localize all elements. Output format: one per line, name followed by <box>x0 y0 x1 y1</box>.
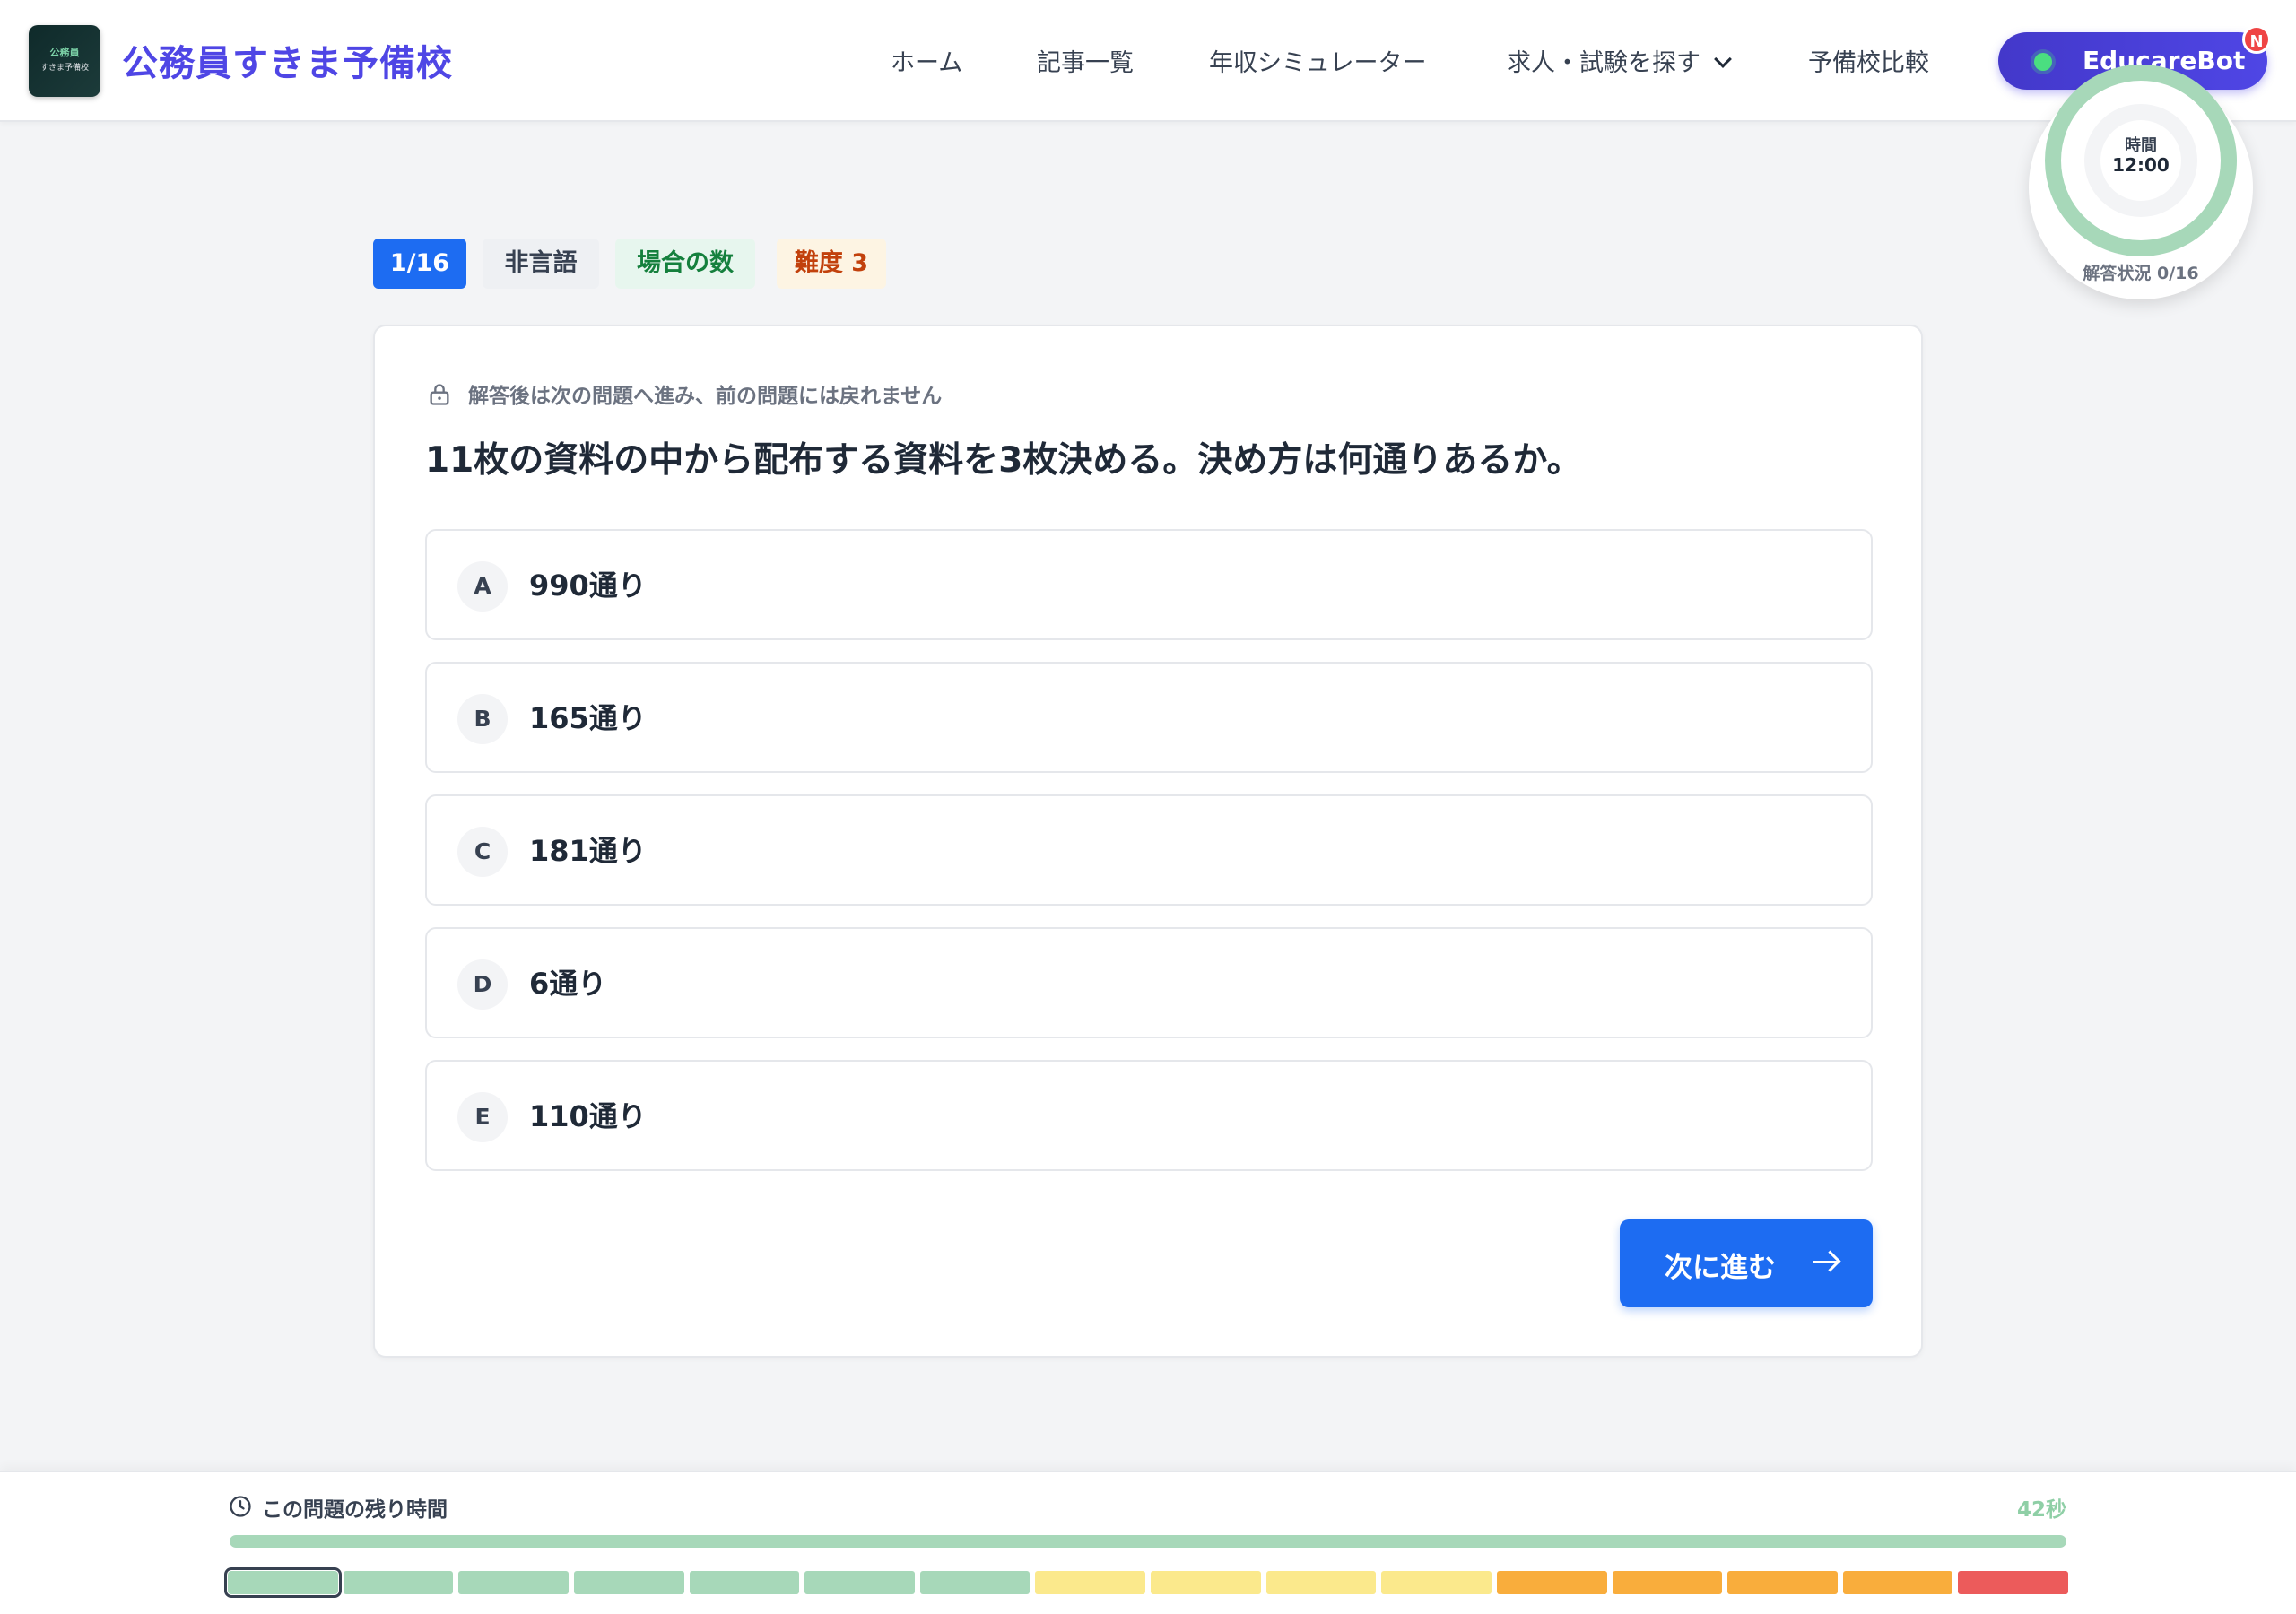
nav-home[interactable]: ホーム <box>891 43 962 78</box>
question-text: 11枚の資料の中から配布する資料を3枚決める。決め方は何通りあるか。 <box>425 440 1582 481</box>
chevron-down-icon <box>1714 50 1732 68</box>
option-e[interactable]: E 110通り <box>425 1060 1873 1171</box>
nav-articles[interactable]: 記事一覧 <box>1037 43 1134 78</box>
option-letter: A <box>457 561 508 612</box>
question-segment <box>1842 1571 1953 1594</box>
question-segment <box>1496 1571 1607 1594</box>
question-segment <box>1265 1571 1377 1594</box>
nav-salary-simulator[interactable]: 年収シミュレーター <box>1209 43 1426 78</box>
question-segment-current <box>224 1567 342 1598</box>
timer-label: 時間 <box>2125 136 2157 155</box>
option-letter: C <box>457 827 508 877</box>
difficulty-tag: 難度 3 <box>777 239 886 289</box>
next-button[interactable]: 次に進む <box>1620 1219 1873 1307</box>
lock-icon <box>430 384 449 405</box>
option-a[interactable]: A 990通り <box>425 529 1873 640</box>
question-segment <box>343 1571 454 1594</box>
category-tag: 非言語 <box>483 239 599 289</box>
question-segment <box>1612 1571 1723 1594</box>
question-segment <box>1727 1571 1838 1594</box>
time-progress-fill <box>230 1535 2066 1548</box>
question-segment <box>919 1571 1031 1594</box>
option-letter: B <box>457 694 508 744</box>
remaining-seconds: 42秒 <box>2016 1498 2066 1522</box>
option-letter: D <box>457 959 508 1010</box>
notification-badge: N <box>2242 25 2271 54</box>
next-button-label: 次に進む <box>1665 1252 1776 1284</box>
status-dot-icon <box>2034 53 2052 71</box>
time-progress-bar <box>230 1535 2066 1548</box>
question-segment <box>458 1571 569 1594</box>
option-d[interactable]: D 6通り <box>425 927 1873 1038</box>
question-count-badge: 1/16 <box>373 239 466 289</box>
arrow-right-icon <box>1813 1261 1837 1263</box>
question-segment <box>573 1571 684 1594</box>
question-segments <box>224 1567 2068 1598</box>
site-logo[interactable]: 公務員 すきま予備校 <box>29 25 100 97</box>
question-segment <box>689 1571 800 1594</box>
option-text: 990通り <box>529 568 647 603</box>
clock-icon <box>230 1496 251 1517</box>
option-text: 6通り <box>529 967 607 1001</box>
subcategory-tag: 場合の数 <box>615 239 755 289</box>
timer-value: 12:00 <box>2112 154 2170 176</box>
option-text: 165通り <box>529 701 647 735</box>
question-card: 解答後は次の問題へ進み、前の問題には戻れません 11枚の資料の中から配布する資料… <box>373 325 1923 1358</box>
question-segment <box>1151 1571 1261 1594</box>
option-b[interactable]: B 165通り <box>425 662 1873 773</box>
question-segment <box>804 1571 915 1594</box>
question-segment <box>1958 1571 2068 1594</box>
answer-status: 解答状況 0/16 <box>2083 264 2199 283</box>
option-text: 110通り <box>529 1099 647 1133</box>
no-return-notice: 解答後は次の問題へ進み、前の問題には戻れません <box>468 385 943 408</box>
question-segment <box>1035 1571 1145 1594</box>
brand-name[interactable]: 公務員すきま予備校 <box>122 34 453 86</box>
option-letter: E <box>457 1092 508 1142</box>
logo-line-1: 公務員 <box>49 47 80 58</box>
nav-school-compare[interactable]: 予備校比較 <box>1808 43 1929 78</box>
option-text: 181通り <box>529 834 647 868</box>
remaining-time-label: この問題の残り時間 <box>262 1498 448 1522</box>
nav-search-jobs-label: 求人・試験を探す <box>1507 49 1700 77</box>
nav-search-jobs[interactable]: 求人・試験を探す <box>1507 43 1732 78</box>
question-segment <box>1381 1571 1492 1594</box>
option-c[interactable]: C 181通り <box>425 794 1873 906</box>
overall-timer-widget: 時間 12:00 解答状況 0/16 <box>2029 65 2253 299</box>
question-timer-bar: この問題の残り時間 42秒 <box>0 1471 2296 1614</box>
site-header: 公務員 すきま予備校 公務員すきま予備校 ホーム 記事一覧 年収シミュレーター … <box>0 0 2296 122</box>
logo-line-2: すきま予備校 <box>39 64 89 73</box>
